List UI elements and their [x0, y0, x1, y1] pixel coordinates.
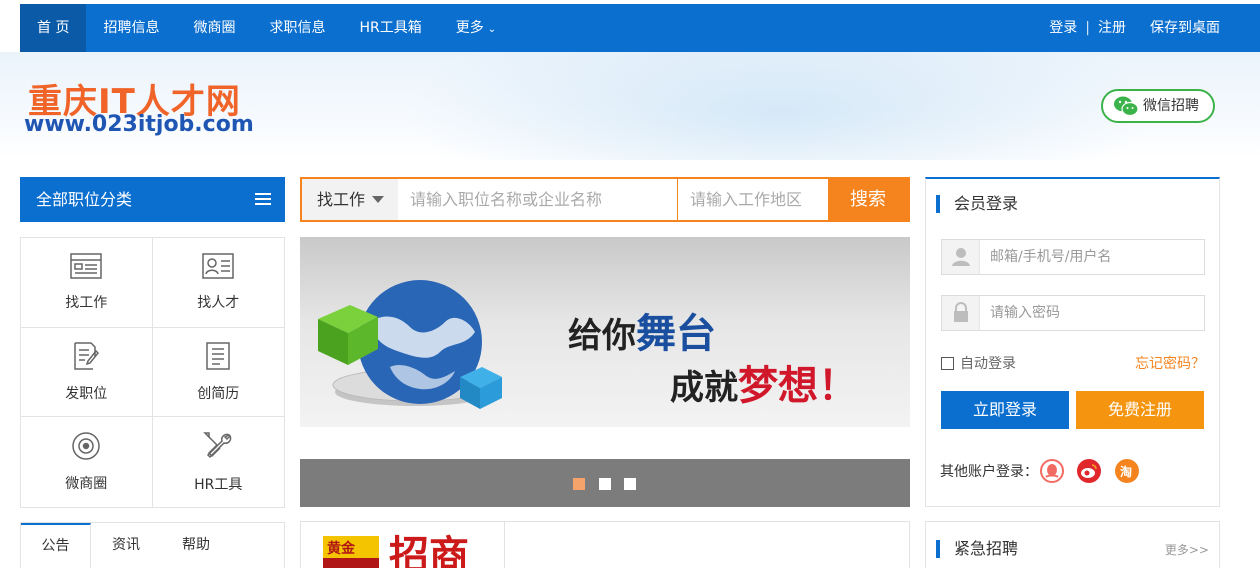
- gold-badge: 黄金: [323, 536, 379, 568]
- nav-more-label: 更多: [455, 20, 484, 36]
- taobao-icon[interactable]: 淘: [1115, 459, 1139, 483]
- password-field: [941, 295, 1205, 331]
- chevron-down-icon: ⌄: [487, 24, 497, 35]
- quick-link-label: 发职位: [65, 385, 108, 402]
- quick-link-find-job[interactable]: 找工作: [21, 238, 153, 328]
- quick-link-micro-circle[interactable]: 微商圈: [21, 417, 153, 507]
- nav-item-hr-tools[interactable]: HR工具箱: [342, 4, 438, 52]
- area-input[interactable]: [678, 179, 828, 220]
- slider-dot-2[interactable]: [599, 478, 611, 490]
- search-button[interactable]: 搜索: [828, 179, 908, 220]
- quick-link-label: 微商圈: [65, 476, 108, 493]
- register-link[interactable]: 注册: [1098, 4, 1126, 52]
- gold-badge-stripe: [323, 558, 379, 568]
- nav-item-home[interactable]: 首 页: [20, 4, 87, 52]
- target-icon: [71, 431, 101, 465]
- gold-badge-text: 黄金: [327, 541, 355, 557]
- tab-help[interactable]: 帮助: [161, 523, 231, 568]
- quick-link-label: 找工作: [65, 295, 108, 312]
- header-banner: 重庆IT人才网 www.023itjob.com 微信招聘: [0, 52, 1260, 160]
- nav-item-more[interactable]: 更多 ⌄: [439, 4, 513, 52]
- merchant-ad-banner[interactable]: 黄金 招商: [300, 521, 910, 568]
- username-field: [941, 239, 1205, 275]
- svg-text:淘: 淘: [1120, 464, 1132, 479]
- password-input[interactable]: [990, 296, 1200, 330]
- member-login-panel: 会员登录 自动登录 忘记密码？ 立即登录 免费注册 其他账户登录： 淘: [925, 177, 1220, 507]
- quick-link-find-talent[interactable]: 找人才: [152, 238, 284, 328]
- search-bar: 找工作 搜索: [300, 177, 910, 222]
- slider-dot-1[interactable]: [573, 478, 585, 490]
- main-nav: 首 页 招聘信息 微商圈 求职信息 HR工具箱 更多 ⌄: [20, 4, 513, 52]
- account-links: 登录 | 注册 保存到桌面: [1049, 4, 1220, 52]
- other-login-label: 其他账户登录：: [940, 464, 1038, 480]
- quick-links-grid: 找工作 找人才 发职位 创简历 微商圈 HR工具: [20, 237, 285, 508]
- top-nav-bar: 首 页 招聘信息 微商圈 求职信息 HR工具箱 更多 ⌄ 登录 | 注册 保存到桌…: [0, 0, 1260, 52]
- register-button[interactable]: 免费注册: [1076, 391, 1204, 429]
- id-card-icon: [201, 252, 235, 284]
- nav-separator: |: [1085, 20, 1090, 36]
- save-to-desktop-link[interactable]: 保存到桌面: [1150, 4, 1220, 52]
- search-type-label: 找工作: [317, 190, 366, 209]
- ad-divider: [504, 522, 505, 568]
- resume-icon: [204, 341, 232, 375]
- promo-slider[interactable]: 给你舞台 成就梦想！: [300, 237, 910, 427]
- all-categories-header[interactable]: 全部职位分类: [20, 177, 285, 222]
- job-listing-icon: [69, 252, 103, 284]
- info-tabs: 公告 资讯 帮助: [20, 522, 285, 568]
- quick-link-hr-tools[interactable]: HR工具: [153, 417, 285, 507]
- wechat-recruit-button[interactable]: 微信招聘: [1101, 89, 1215, 123]
- user-icon: [942, 240, 980, 274]
- menu-icon: [255, 193, 271, 205]
- login-link[interactable]: 登录: [1049, 4, 1077, 52]
- search-type-select[interactable]: 找工作: [302, 179, 398, 220]
- quick-link-label: 创简历: [197, 385, 240, 402]
- urgent-more-link[interactable]: 更多>>: [1165, 541, 1209, 558]
- nav-item-jobs[interactable]: 招聘信息: [86, 4, 176, 52]
- banner-decoration: [400, 52, 1160, 160]
- slogan-line-2: 成就梦想！: [670, 353, 858, 411]
- login-button[interactable]: 立即登录: [941, 391, 1069, 429]
- tab-news[interactable]: 资讯: [91, 523, 161, 568]
- slogan-line-1: 给你舞台: [568, 301, 716, 359]
- site-logo-url[interactable]: www.023itjob.com: [24, 112, 254, 137]
- keyword-input[interactable]: [398, 179, 678, 220]
- tab-announcements[interactable]: 公告: [21, 523, 91, 568]
- tools-icon: [202, 430, 234, 466]
- weibo-icon[interactable]: [1077, 459, 1101, 483]
- slogan-1-highlight: 舞台: [636, 311, 716, 357]
- all-categories-title: 全部职位分类: [36, 190, 133, 209]
- forgot-password-link[interactable]: 忘记密码？: [1135, 353, 1205, 373]
- auto-login-checkbox[interactable]: [941, 356, 954, 370]
- slogan-2-text: 成就: [670, 368, 738, 408]
- urgent-jobs-title: 紧急招聘: [936, 540, 1018, 558]
- quick-link-post-job[interactable]: 发职位: [21, 327, 153, 418]
- ad-big-text: 招商: [389, 533, 469, 568]
- globe-cubes-illustration: [310, 257, 588, 427]
- wechat-icon: [1113, 95, 1139, 128]
- quick-link-label: HR工具: [194, 477, 243, 494]
- auto-login: 自动登录: [941, 353, 1016, 373]
- slider-pagination: [300, 459, 910, 507]
- wechat-recruit-label: 微信招聘: [1143, 98, 1199, 114]
- slogan-1-text: 给你: [568, 316, 636, 356]
- lock-icon: [942, 296, 980, 330]
- nav-item-micro-circle[interactable]: 微商圈: [176, 4, 252, 52]
- dropdown-caret-icon: [372, 196, 384, 203]
- urgent-jobs-panel: 紧急招聘 更多>>: [925, 521, 1220, 568]
- quick-link-label: 找人才: [197, 295, 240, 312]
- quick-link-create-resume[interactable]: 创简历: [152, 328, 284, 418]
- edit-document-icon: [71, 341, 101, 375]
- slogan-2-highlight: 梦想！: [738, 363, 858, 409]
- nav-item-resumes[interactable]: 求职信息: [252, 4, 342, 52]
- qq-icon[interactable]: [1040, 459, 1064, 483]
- username-input[interactable]: [990, 240, 1200, 274]
- login-panel-title: 会员登录: [936, 195, 1018, 213]
- slider-dot-3[interactable]: [624, 478, 636, 490]
- auto-login-label: 自动登录: [960, 356, 1016, 372]
